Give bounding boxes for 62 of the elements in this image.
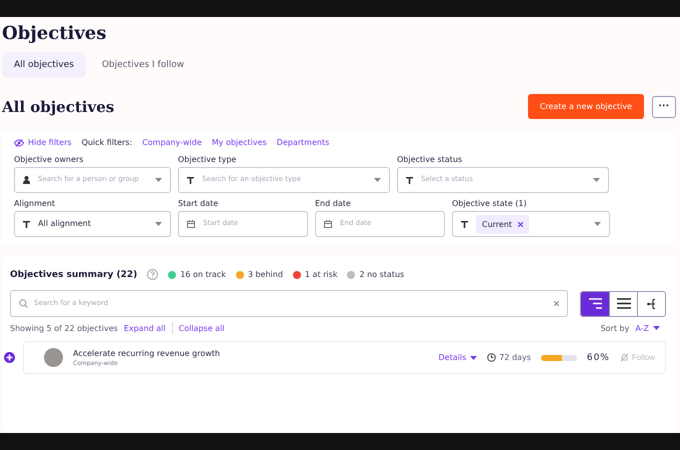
quick-filter-link[interactable]: Departments: [276, 138, 330, 147]
close-icon[interactable]: [518, 222, 524, 226]
indent-list-icon: [588, 298, 602, 309]
bell-off-icon: [620, 353, 629, 362]
progress-percent: 60%: [586, 352, 610, 362]
hide-filters-link[interactable]: Hide filters: [14, 138, 72, 147]
details-dropdown[interactable]: Details: [438, 353, 478, 362]
field-label: Objective status: [397, 155, 464, 164]
page-title: Objectives: [2, 23, 106, 44]
view-toggle-button[interactable]: [581, 292, 609, 316]
clear-icon[interactable]: [554, 301, 559, 306]
quick-filters-label: Quick filters:: [82, 138, 132, 147]
quick-filter-link[interactable]: Company-wide: [142, 138, 202, 147]
status-count: 1 at risk: [304, 270, 338, 279]
expand-all-link[interactable]: Expand all: [124, 324, 166, 332]
calendar-icon: [324, 220, 332, 228]
tab[interactable]: All objectives: [2, 52, 86, 78]
sort-dropdown[interactable]: A-Z: [635, 324, 660, 332]
select-field[interactable]: All alignment: [14, 211, 171, 237]
caret-icon: [593, 178, 600, 182]
eye-hidden-icon: [14, 138, 24, 146]
status-count: 16 on track: [180, 270, 226, 279]
field-label: Objective state (1): [452, 199, 528, 208]
tab[interactable]: Objectives I follow: [90, 52, 196, 78]
filter-icon: [187, 176, 194, 184]
add-icon[interactable]: [4, 352, 15, 363]
more-options-button[interactable]: ···: [652, 96, 676, 118]
section-title: All objectives: [2, 98, 114, 116]
filter-icon: [23, 220, 30, 228]
select-field[interactable]: Current: [452, 211, 610, 237]
status-count: 2 no status: [359, 270, 404, 279]
person-icon: [23, 176, 30, 184]
field-label: Objective owners: [14, 155, 84, 164]
sort-label: Sort by: [600, 324, 630, 332]
create-objective-button[interactable]: Create a new objective: [528, 94, 644, 119]
filter-icon: [406, 176, 413, 184]
filter-chip[interactable]: Current: [476, 214, 530, 234]
caret-icon: [155, 178, 162, 182]
view-toggle-button[interactable]: [637, 292, 665, 316]
showing-count: Showing 5 of 22 objectives: [10, 324, 118, 332]
field-label: Start date: [178, 199, 220, 208]
quick-filter-link[interactable]: My objectives: [212, 138, 267, 147]
filter-icon: [461, 220, 468, 228]
search-icon: [19, 299, 28, 308]
objective-title: Accelerate recurring revenue growth: [73, 348, 221, 358]
summary-title: Objectives summary (22): [10, 270, 138, 280]
list-icon: [616, 298, 630, 309]
caret-icon: [470, 356, 478, 360]
avatar: [44, 348, 63, 367]
caret-icon: [653, 326, 660, 330]
collapse-all-link[interactable]: Collapse all: [178, 324, 225, 332]
caret-icon: [594, 222, 601, 226]
status-count: 3 behind: [248, 270, 283, 279]
field-label: Objective type: [178, 155, 238, 164]
hierarchy-icon: [646, 298, 656, 310]
caret-icon: [155, 222, 162, 226]
calendar-icon: [187, 220, 195, 228]
field-label: Alignment: [14, 199, 56, 208]
caret-icon: [374, 178, 381, 182]
days-remaining: 72 days: [487, 353, 531, 362]
field-label: End date: [315, 199, 352, 208]
clock-icon: [487, 353, 496, 362]
